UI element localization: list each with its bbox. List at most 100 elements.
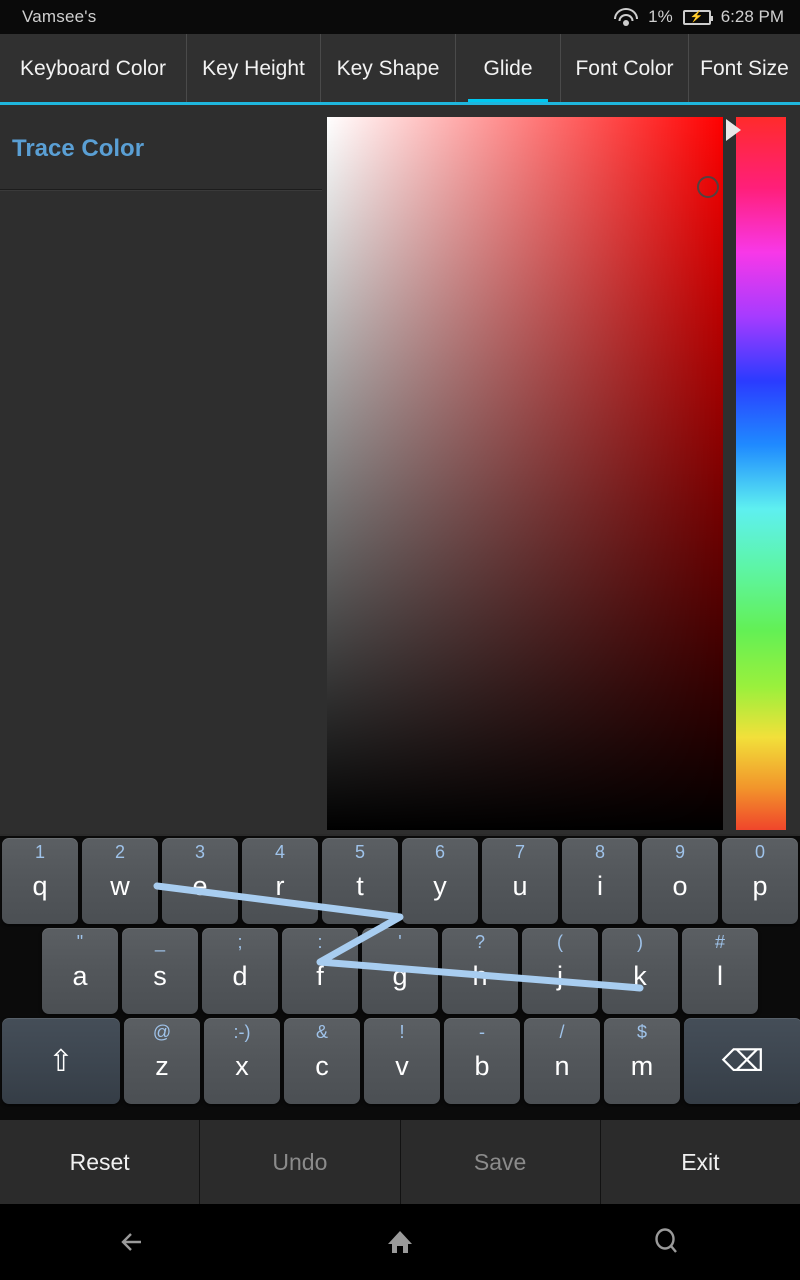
key-k[interactable]: ) k: [602, 928, 678, 1014]
exit-button[interactable]: Exit: [600, 1120, 800, 1204]
key-primary-label: r: [275, 871, 285, 901]
key-primary-label: h: [472, 961, 488, 991]
saturation-value-picker[interactable]: [327, 117, 723, 830]
tab-key-shape[interactable]: Key Shape: [321, 34, 456, 104]
key-secondary-label: ): [637, 932, 643, 952]
key-secondary-label: /: [559, 1022, 565, 1042]
nav-back-button[interactable]: [0, 1220, 267, 1264]
tab-font-size[interactable]: Font Size: [689, 34, 800, 104]
key-secondary-label: 6: [434, 842, 445, 862]
hue-slider-pointer[interactable]: [726, 119, 741, 141]
key-primary-label: p: [752, 871, 768, 901]
key-g[interactable]: ' g: [362, 928, 438, 1014]
key-primary-label: o: [672, 871, 688, 901]
status-bar: Vamsee's 1% ⚡ 6:28 PM: [0, 0, 800, 34]
key-n[interactable]: / n: [524, 1018, 600, 1104]
key-primary-label: d: [232, 961, 248, 991]
key-primary-label: w: [110, 871, 130, 901]
color-picker-cursor[interactable]: [697, 176, 719, 198]
key-j[interactable]: (j: [522, 928, 598, 1014]
key-z[interactable]: @ z: [124, 1018, 200, 1104]
key-secondary-label: 0: [754, 842, 765, 862]
key-primary-label: e: [192, 871, 208, 901]
shift-key[interactable]: ⇧: [2, 1018, 120, 1104]
key-primary-label: k: [633, 961, 647, 991]
key-primary-label: u: [512, 871, 528, 901]
search-icon: [654, 1228, 677, 1253]
key-primary-label: n: [554, 1051, 570, 1081]
status-bar-indicators: 1% ⚡ 6:28 PM: [614, 7, 784, 27]
tab-label: Font Size: [700, 57, 789, 80]
key-secondary-label: 8: [594, 842, 605, 862]
back-icon: [121, 1233, 142, 1251]
key-c[interactable]: & c: [284, 1018, 360, 1104]
key-e[interactable]: 3e: [162, 838, 238, 924]
key-f[interactable]: :f: [282, 928, 358, 1014]
backspace-key[interactable]: ⌫: [684, 1018, 800, 1104]
backspace-key-icon: ⌫: [721, 1044, 765, 1078]
key-m[interactable]: $ m: [604, 1018, 680, 1104]
key-primary-label: b: [474, 1051, 490, 1081]
trace-color-label: Trace Color: [12, 135, 145, 162]
save-button[interactable]: Save: [400, 1120, 601, 1204]
shift-key-icon: ⇧: [48, 1044, 74, 1078]
key-l[interactable]: # l: [682, 928, 758, 1014]
key-secondary-label: @: [152, 1022, 172, 1042]
hue-slider[interactable]: [736, 117, 786, 830]
tab-label: Keyboard Color: [20, 57, 166, 80]
key-secondary-label: !: [399, 1022, 405, 1042]
key-x[interactable]: :-) x: [204, 1018, 280, 1104]
key-secondary-label: 7: [514, 842, 525, 862]
key-secondary-label: (: [557, 932, 563, 952]
key-d[interactable]: ; d: [202, 928, 278, 1014]
key-primary-label: v: [395, 1051, 409, 1081]
battery-charging-icon: ⚡: [682, 9, 713, 25]
key-w[interactable]: 2w: [82, 838, 158, 924]
key-secondary-label: 4: [274, 842, 285, 862]
key-i[interactable]: 8i: [562, 838, 638, 924]
key-secondary-label: 2: [114, 842, 125, 862]
tab-keyboard-color[interactable]: Keyboard Color: [0, 34, 187, 104]
key-r[interactable]: 4r: [242, 838, 318, 924]
undo-button[interactable]: Undo: [200, 1120, 401, 1204]
action-button-label: Reset: [69, 1148, 130, 1175]
key-secondary-label: ?: [474, 932, 485, 952]
key-primary-label: y: [433, 871, 447, 901]
tab-key-height[interactable]: Key Height: [187, 34, 321, 104]
key-primary-label: l: [717, 961, 723, 991]
key-p[interactable]: 0p: [722, 838, 798, 924]
key-y[interactable]: 6y: [402, 838, 478, 924]
key-a[interactable]: " a: [42, 928, 118, 1014]
tab-label: Glide: [483, 57, 533, 80]
reset-button[interactable]: Reset: [0, 1120, 201, 1204]
key-secondary-label: ;: [237, 932, 243, 952]
key-primary-label: z: [155, 1051, 169, 1081]
key-secondary-label: ': [398, 932, 402, 952]
key-v[interactable]: ! v: [364, 1018, 440, 1104]
nav-search-button[interactable]: [533, 1220, 800, 1264]
tab-font-color[interactable]: Font Color: [561, 34, 689, 104]
tab-label: Key Height: [202, 57, 305, 80]
key-b[interactable]: -b: [444, 1018, 520, 1104]
tab-label: Key Shape: [336, 57, 440, 80]
glide-settings-panel: Trace Color: [0, 105, 800, 834]
tab-glide[interactable]: Glide: [456, 34, 561, 104]
key-secondary-label: 3: [194, 842, 205, 862]
key-secondary-label: 1: [34, 842, 45, 862]
key-s[interactable]: _ s: [122, 928, 198, 1014]
key-secondary-label: ": [76, 932, 84, 952]
key-h[interactable]: ? h: [442, 928, 518, 1014]
key-t[interactable]: 5t: [322, 838, 398, 924]
settings-left-pane: Trace Color: [0, 105, 322, 834]
key-u[interactable]: 7u: [482, 838, 558, 924]
key-o[interactable]: 9o: [642, 838, 718, 924]
key-q[interactable]: 1q: [2, 838, 78, 924]
key-primary-label: m: [630, 1051, 654, 1081]
app-screen: Vamsee's 1% ⚡ 6:28 PM Keyboard Color Key …: [0, 0, 800, 1280]
nav-home-button[interactable]: [267, 1220, 534, 1264]
keyboard-preview[interactable]: 1 q 2 w 3 e 4 r 5 t 6 y 7 u 8 i 9 o 0 p " a _ s; d: f ' g? h(j) k # l ⇧ @…: [0, 836, 800, 1120]
key-secondary-label: &: [315, 1022, 328, 1042]
clock-label: 6:28 PM: [720, 7, 784, 26]
key-primary-label: s: [153, 961, 167, 991]
key-primary-label: a: [72, 961, 88, 991]
